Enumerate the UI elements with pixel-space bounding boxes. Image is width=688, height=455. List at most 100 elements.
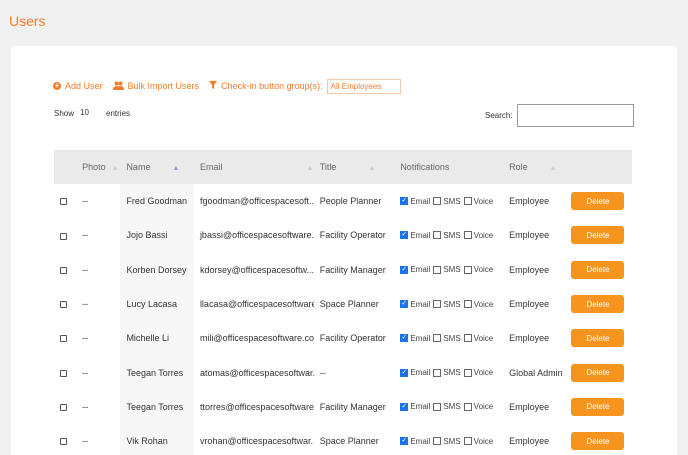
table-header: Photo ▲ Name ▲ Email ▲ Title ▲ Notifications… (54, 150, 632, 184)
checkin-group-filter: Check-in button group(s): (209, 81, 323, 91)
bulk-import-label: Bulk Import Users (127, 81, 200, 91)
sms-notif-checkbox[interactable] (433, 402, 442, 411)
col-role[interactable]: Role ▲ (503, 150, 565, 184)
delete-button[interactable]: Delete (571, 329, 625, 348)
cell-role: Employee (509, 401, 550, 412)
cell-role: Employee (509, 230, 550, 241)
cell-title: Space Planner (319, 299, 379, 310)
users-table: Photo ▲ Name ▲ Email ▲ Title ▲ Notifications… (54, 150, 632, 455)
sort-icon: ▲ (549, 165, 557, 172)
sms-notif-checkbox[interactable] (433, 265, 442, 274)
sort-icon: ▲ (111, 165, 119, 172)
row-select[interactable] (54, 253, 76, 287)
cell-photo: -- (82, 367, 89, 378)
delete-button[interactable]: Delete (571, 260, 625, 279)
delete-button[interactable]: Delete (571, 432, 625, 451)
voice-notif-checkbox[interactable] (463, 437, 472, 446)
voice-notif-checkbox[interactable] (463, 300, 472, 309)
cell-name: Michelle Li (120, 321, 194, 356)
entries-label: entries (106, 108, 131, 118)
row-checkbox[interactable] (60, 404, 67, 412)
delete-button[interactable]: Delete (571, 363, 625, 382)
cell-name: Teegan Torres (120, 389, 194, 425)
delete-button[interactable]: Delete (571, 295, 625, 314)
row-checkbox[interactable] (60, 335, 67, 343)
email-notif-checkbox[interactable]: ✓ (400, 402, 409, 411)
row-select[interactable] (54, 321, 76, 355)
cell-notifications: ✓ Email SMS Voice (400, 436, 494, 446)
row-select[interactable] (54, 287, 76, 321)
sms-notif-checkbox[interactable] (433, 437, 442, 446)
email-notif-checkbox[interactable]: ✓ (400, 368, 409, 377)
checkin-group-select[interactable]: All Employees (326, 78, 401, 94)
add-user-button[interactable]: + Add User (53, 81, 103, 91)
table-row: -- Jojo Bassi jbassi@officespacesoftware… (54, 218, 632, 253)
cell-email: vrohan@officespacesoftwar... (199, 436, 314, 447)
cell-title: Facility Operator (319, 230, 386, 241)
cell-photo: -- (82, 264, 89, 275)
sms-notif-checkbox[interactable] (433, 197, 442, 206)
sort-icon: ▲ (306, 165, 314, 172)
cell-name: Korben Dorsey (120, 252, 194, 287)
col-email[interactable]: Email ▲ (194, 150, 314, 184)
add-user-label: Add User (65, 81, 103, 91)
voice-notif-checkbox[interactable] (463, 334, 472, 343)
voice-notif-checkbox[interactable] (463, 265, 472, 274)
row-checkbox[interactable] (60, 301, 67, 309)
cell-actions: Delete (565, 287, 632, 321)
delete-button[interactable]: Delete (571, 192, 625, 211)
row-select[interactable] (54, 424, 76, 455)
sms-notif-checkbox[interactable] (433, 368, 442, 377)
voice-notif-checkbox[interactable] (463, 402, 472, 411)
delete-button[interactable]: Delete (571, 397, 625, 416)
row-select[interactable] (54, 390, 76, 424)
email-notif-checkbox[interactable]: ✓ (400, 300, 409, 309)
voice-notif-checkbox[interactable] (463, 368, 472, 377)
sms-notif-checkbox[interactable] (433, 300, 442, 309)
show-entries: Show 10 entries (54, 106, 130, 120)
bulk-import-button[interactable]: Bulk Import Users (112, 81, 200, 92)
voice-notif-checkbox[interactable] (463, 197, 472, 206)
sms-notif-checkbox[interactable] (433, 231, 442, 240)
filter-icon (209, 81, 218, 91)
cell-actions: Delete (565, 390, 632, 424)
email-notif-checkbox[interactable]: ✓ (400, 334, 409, 343)
row-select[interactable] (54, 218, 76, 252)
email-notif-checkbox[interactable]: ✓ (400, 231, 409, 240)
email-notif-checkbox[interactable]: ✓ (400, 265, 409, 274)
voice-notif-checkbox[interactable] (463, 231, 472, 240)
table-row: -- Fred Goodman fgoodman@officespacesoft… (54, 184, 632, 219)
sms-notif-checkbox[interactable] (433, 334, 442, 343)
row-select[interactable] (54, 355, 76, 389)
cell-notifications: ✓ Email SMS Voice (400, 333, 494, 343)
search-input[interactable] (516, 104, 634, 127)
table-row: -- Teegan Torres atomas@officespacesoftw… (54, 355, 632, 390)
email-notif-checkbox[interactable]: ✓ (400, 197, 409, 206)
cell-title: Facility Operator (319, 333, 386, 344)
table-row: -- Teegan Torres ttorres@officespacesoft… (54, 389, 632, 425)
col-title[interactable]: Title ▲ (314, 150, 395, 184)
table-row: -- Michelle Li mili@officespacesoftware.… (54, 321, 632, 356)
cell-photo: -- (82, 333, 89, 344)
table-row: -- Korben Dorsey kdorsey@officespacesoft… (54, 252, 632, 287)
row-select[interactable] (54, 184, 76, 218)
row-checkbox[interactable] (60, 198, 67, 206)
entries-select[interactable]: 10 (78, 106, 104, 120)
row-checkbox[interactable] (60, 369, 67, 377)
cell-role: Global Admin (509, 367, 563, 378)
plus-circle-icon: + (53, 81, 61, 90)
cell-actions: Delete (565, 218, 632, 252)
cell-role: Employee (509, 196, 550, 207)
email-notif-checkbox[interactable]: ✓ (400, 437, 409, 446)
checkin-label: Check-in button group(s): (221, 81, 323, 91)
row-checkbox[interactable] (60, 438, 67, 446)
col-photo[interactable]: Photo ▲ (76, 150, 120, 184)
cell-name: Vik Rohan (120, 424, 194, 455)
cell-notifications: ✓ Email SMS Voice (400, 299, 494, 309)
row-checkbox[interactable] (60, 232, 67, 240)
cell-email: ttorres@officespacesoftware... (199, 401, 314, 412)
row-checkbox[interactable] (60, 266, 67, 274)
delete-button[interactable]: Delete (571, 226, 625, 245)
col-name[interactable]: Name ▲ (120, 150, 194, 184)
cell-actions: Delete (565, 321, 632, 355)
